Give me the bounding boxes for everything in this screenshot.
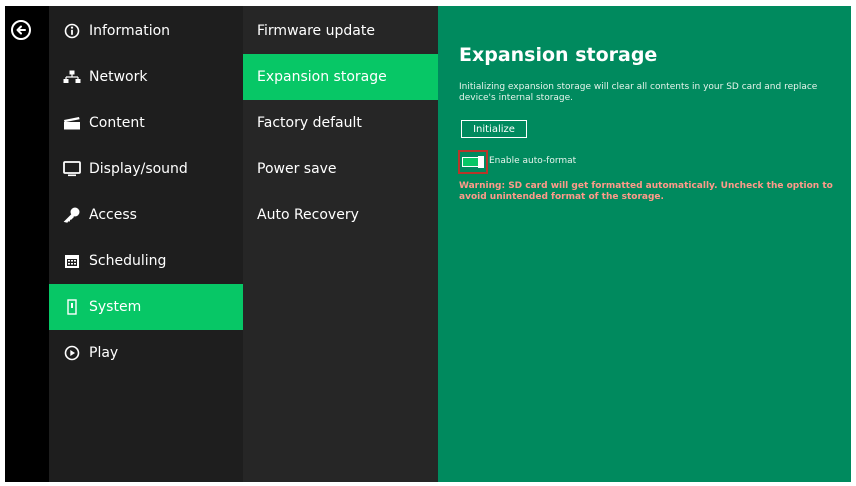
menu-label: Play xyxy=(89,345,119,361)
menu-label: Display/sound xyxy=(89,161,188,177)
page-title: Expansion storage xyxy=(459,44,658,66)
submenu-label: Auto Recovery xyxy=(257,207,359,223)
left-rail xyxy=(5,6,49,482)
back-button[interactable] xyxy=(11,20,31,40)
submenu-item-expansion-storage[interactable]: Expansion storage xyxy=(243,54,438,100)
network-icon xyxy=(61,70,83,84)
menu-label: Scheduling xyxy=(89,253,167,269)
menu-item-scheduling[interactable]: Scheduling xyxy=(49,238,243,284)
warning-text: Warning: SD card will get formatted auto… xyxy=(459,181,833,202)
monitor-icon xyxy=(61,161,83,177)
submenu-item-auto-recovery[interactable]: Auto Recovery xyxy=(243,192,438,238)
play-circle-icon xyxy=(61,345,83,361)
device-icon xyxy=(61,299,83,315)
menu-label: System xyxy=(89,299,142,315)
submenu-label: Factory default xyxy=(257,115,362,131)
menu-item-display-sound[interactable]: Display/sound xyxy=(49,146,243,192)
submenu-label: Firmware update xyxy=(257,23,375,39)
toggle-knob xyxy=(478,156,484,168)
submenu-label: Expansion storage xyxy=(257,69,387,85)
submenu-item-firmware-update[interactable]: Firmware update xyxy=(243,8,438,54)
menu-item-content[interactable]: Content xyxy=(49,100,243,146)
submenu-item-factory-default[interactable]: Factory default xyxy=(243,100,438,146)
menu-item-network[interactable]: Network xyxy=(49,54,243,100)
key-icon xyxy=(61,207,83,223)
initialize-button[interactable]: Initialize xyxy=(461,120,527,138)
info-icon xyxy=(61,23,83,39)
menu-label: Information xyxy=(89,23,171,39)
arrow-left-circle-icon xyxy=(16,25,26,35)
clapperboard-icon xyxy=(61,116,83,130)
sub-menu: Firmware update Expansion storage Factor… xyxy=(243,6,438,482)
menu-item-system[interactable]: System xyxy=(49,284,243,330)
submenu-item-power-save[interactable]: Power save xyxy=(243,146,438,192)
expansion-storage-panel: Expansion storage Initializing expansion… xyxy=(438,6,851,482)
auto-format-toggle[interactable] xyxy=(458,150,488,174)
menu-item-information[interactable]: Information xyxy=(49,8,243,54)
menu-label: Network xyxy=(89,69,148,85)
toggle-switch xyxy=(462,156,484,168)
description-text: Initializing expansion storage will clea… xyxy=(459,82,818,103)
menu-item-access[interactable]: Access xyxy=(49,192,243,238)
menu-item-play[interactable]: Play xyxy=(49,330,243,376)
menu-label: Access xyxy=(89,207,137,223)
app-window: Information Network Content Display/soun… xyxy=(5,6,851,482)
submenu-label: Power save xyxy=(257,161,337,177)
calendar-icon xyxy=(61,253,83,269)
main-menu: Information Network Content Display/soun… xyxy=(49,6,243,482)
auto-format-label: Enable auto-format xyxy=(489,156,577,166)
menu-label: Content xyxy=(89,115,145,131)
